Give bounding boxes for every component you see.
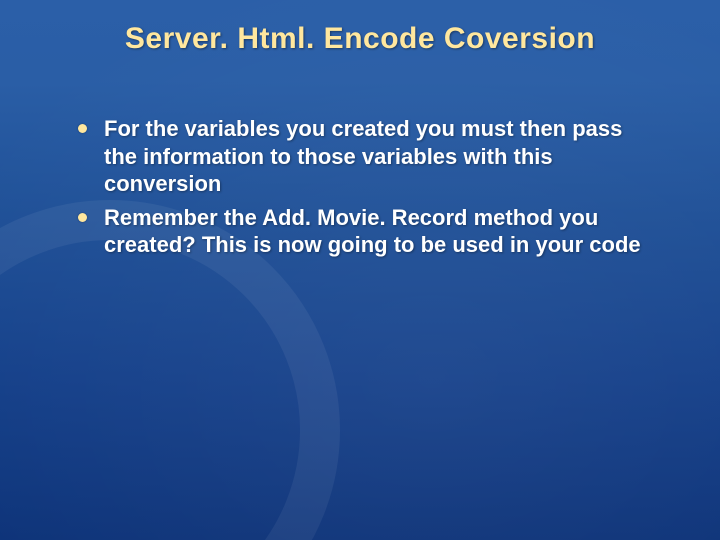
bullet-item: For the variables you created you must t… <box>70 115 660 198</box>
slide: Server. Html. Encode Coversion For the v… <box>0 0 720 540</box>
slide-body: For the variables you created you must t… <box>70 115 660 265</box>
bullet-text: Remember the Add. Movie. Record method y… <box>104 205 641 258</box>
bullet-text: For the variables you created you must t… <box>104 116 622 196</box>
slide-title: Server. Html. Encode Coversion <box>0 22 720 56</box>
bullet-item: Remember the Add. Movie. Record method y… <box>70 204 660 259</box>
bullet-list: For the variables you created you must t… <box>70 115 660 259</box>
